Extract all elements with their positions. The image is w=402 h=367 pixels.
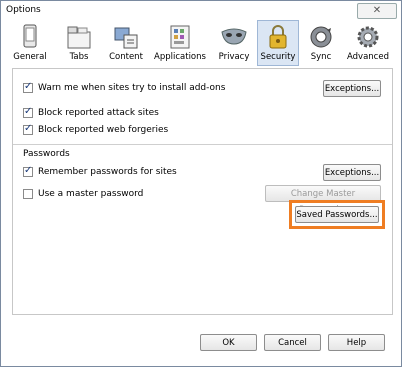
warn-addons-row[interactable]: Warn me when sites try to install add-on… xyxy=(23,81,226,93)
ok-button[interactable]: OK xyxy=(200,334,257,351)
remember-passwords-row[interactable]: Remember passwords for sites xyxy=(23,165,177,177)
tab-applications-label: Applications xyxy=(154,52,206,62)
master-password-checkbox[interactable] xyxy=(23,189,33,199)
options-toolbar: General Tabs Content Applications Privac… xyxy=(5,20,397,67)
privacy-icon xyxy=(221,28,247,45)
help-button[interactable]: Help xyxy=(328,334,385,351)
remember-passwords-checkbox[interactable] xyxy=(23,165,33,177)
block-forgeries-checkbox[interactable] xyxy=(23,123,33,135)
tab-tabs[interactable]: Tabs xyxy=(63,21,95,65)
options-window: Options ✕ General Tabs Content Applicati… xyxy=(0,0,402,367)
applications-icon xyxy=(170,25,190,49)
tabs-icon xyxy=(67,26,91,49)
security-icon xyxy=(269,25,287,49)
tab-applications[interactable]: Applications xyxy=(153,21,207,65)
tab-content-label: Content xyxy=(109,52,143,62)
addons-exceptions-button[interactable]: Exceptions... xyxy=(323,80,381,97)
close-button[interactable]: ✕ xyxy=(357,3,397,19)
passwords-group-label: Passwords xyxy=(23,149,70,159)
saved-passwords-button[interactable]: Saved Passwords... xyxy=(295,206,379,223)
block-forgeries-row[interactable]: Block reported web forgeries xyxy=(23,123,169,135)
general-icon xyxy=(23,24,37,48)
block-attack-checkbox[interactable] xyxy=(23,106,33,118)
block-attack-label: Block reported attack sites xyxy=(38,108,159,118)
tab-sync-label: Sync xyxy=(310,52,332,62)
tab-privacy[interactable]: Privacy xyxy=(215,21,253,65)
block-forgeries-label: Block reported web forgeries xyxy=(38,125,169,135)
block-attack-row[interactable]: Block reported attack sites xyxy=(23,106,159,118)
remember-passwords-label: Remember passwords for sites xyxy=(38,167,177,177)
tab-privacy-label: Privacy xyxy=(218,52,250,62)
tab-tabs-label: Tabs xyxy=(69,52,89,62)
warn-addons-label: Warn me when sites try to install add-on… xyxy=(38,83,226,93)
tab-security[interactable]: Security xyxy=(257,20,299,66)
advanced-icon xyxy=(357,26,379,48)
master-password-label: Use a master password xyxy=(38,189,144,199)
warn-addons-checkbox[interactable] xyxy=(23,81,33,93)
tab-advanced[interactable]: Advanced xyxy=(345,21,391,65)
tab-general[interactable]: General xyxy=(13,21,47,65)
sync-icon xyxy=(310,26,332,48)
master-password-row[interactable]: Use a master password xyxy=(23,189,143,199)
tab-content[interactable]: Content xyxy=(105,21,147,65)
passwords-exceptions-button[interactable]: Exceptions... xyxy=(323,164,381,181)
tab-sync[interactable]: Sync xyxy=(305,21,337,65)
section-divider xyxy=(13,144,392,145)
tab-advanced-label: Advanced xyxy=(347,52,389,62)
cancel-button[interactable]: Cancel xyxy=(264,334,321,351)
tab-security-label: Security xyxy=(260,52,296,62)
content-icon xyxy=(114,27,138,49)
security-panel: Warn me when sites try to install add-on… xyxy=(12,68,393,315)
title-bar: Options ✕ xyxy=(1,1,401,19)
window-title: Options xyxy=(6,5,41,15)
tab-general-label: General xyxy=(13,52,47,62)
close-icon: ✕ xyxy=(372,5,382,16)
